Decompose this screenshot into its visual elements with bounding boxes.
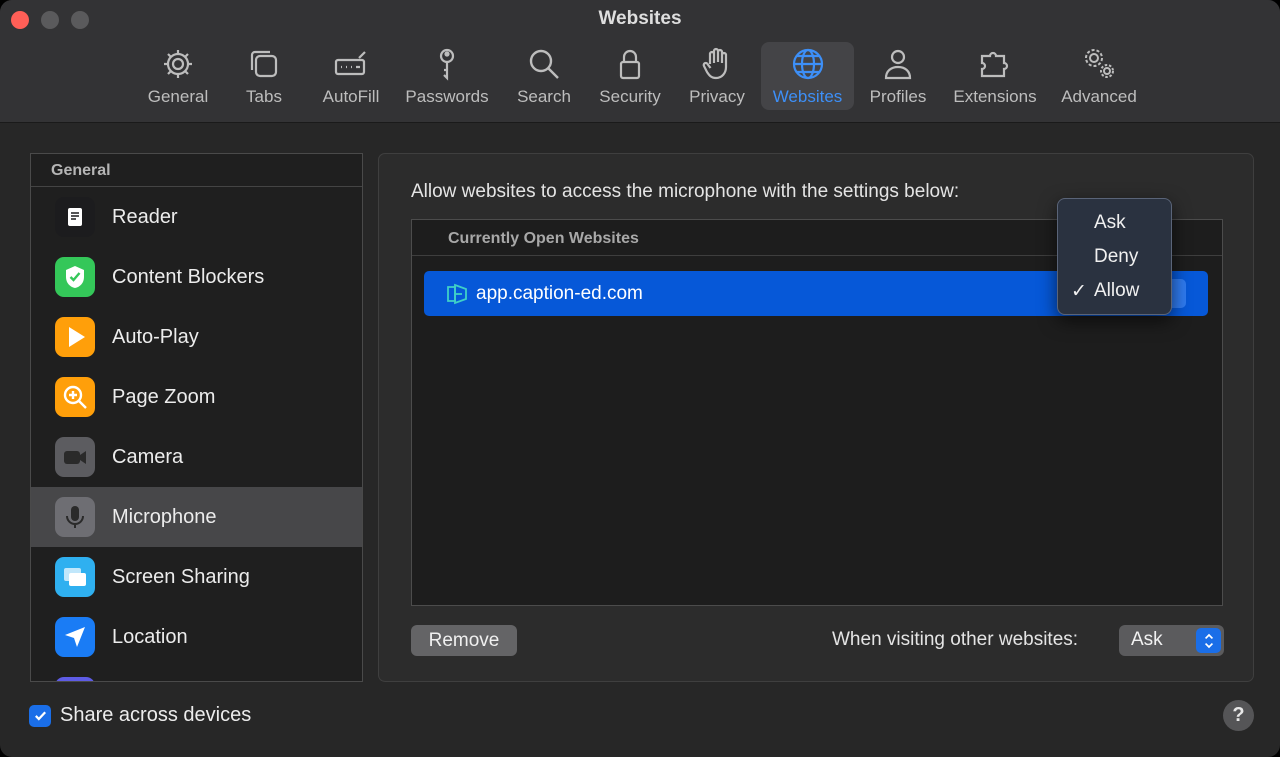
sidebar-item-location[interactable]: Location	[31, 607, 362, 667]
search-icon	[526, 46, 562, 87]
panel-description: Allow websites to access the microphone …	[411, 181, 960, 202]
microphone-icon	[55, 497, 95, 537]
tab-extensions[interactable]: Extensions	[948, 42, 1042, 110]
sidebar-item-content-blockers[interactable]: Content Blockers	[31, 247, 362, 307]
sidebar-item-label: Content Blockers	[112, 265, 265, 288]
tab-label: Privacy	[689, 87, 745, 106]
titlebar: Websites General Tabs AutoFill Passwords	[0, 0, 1280, 123]
zoom-icon	[55, 377, 95, 417]
safari-settings-window: Websites General Tabs AutoFill Passwords	[0, 0, 1280, 757]
tab-label: General	[147, 87, 209, 106]
camera-icon	[55, 437, 95, 477]
sidebar-item-microphone[interactable]: Microphone	[31, 487, 362, 547]
sidebar-item-label: Camera	[112, 445, 184, 468]
tab-passwords[interactable]: Passwords	[400, 42, 494, 110]
sidebar-item-partial	[31, 667, 362, 681]
site-name: app.caption-ed.com	[476, 282, 643, 304]
puzzle-icon	[977, 46, 1013, 87]
tab-label: Websites	[772, 87, 843, 106]
tab-search[interactable]: Search	[512, 42, 576, 110]
tab-label: AutoFill	[322, 87, 380, 106]
permission-dropdown-menu: Ask Deny ✓ Allow	[1057, 198, 1172, 315]
screen-sharing-icon	[55, 557, 95, 597]
sidebar-header: General	[31, 154, 362, 187]
menu-item-allow[interactable]: ✓ Allow	[1058, 276, 1171, 306]
person-icon	[880, 46, 916, 87]
location-icon	[55, 617, 95, 657]
tab-label: Extensions	[953, 87, 1037, 106]
settings-sidebar: General Reader Content Blockers Auto-Pla…	[30, 153, 363, 682]
other-websites-label: When visiting other websites:	[832, 629, 1079, 650]
tab-general[interactable]: General	[142, 42, 214, 110]
tab-label: Security	[599, 87, 661, 106]
key-icon	[429, 46, 465, 87]
lock-icon	[612, 46, 648, 87]
tab-tabs[interactable]: Tabs	[236, 42, 292, 110]
gears-icon	[1081, 46, 1117, 87]
autofill-icon	[333, 46, 369, 87]
reader-icon	[55, 197, 95, 237]
help-button[interactable]: ?	[1223, 700, 1254, 731]
share-label: Share across devices	[60, 704, 252, 726]
sidebar-item-label: Reader	[112, 205, 178, 228]
sidebar-item-label: Auto-Play	[112, 325, 199, 348]
play-icon	[55, 317, 95, 357]
other-websites-select[interactable]: Ask	[1119, 625, 1224, 656]
hand-icon	[699, 46, 735, 87]
shield-check-icon	[55, 257, 95, 297]
app-icon	[55, 677, 95, 681]
globe-icon	[790, 46, 826, 87]
tab-advanced[interactable]: Advanced	[1056, 42, 1142, 110]
sidebar-item-label: Screen Sharing	[112, 565, 250, 588]
tab-autofill[interactable]: AutoFill	[316, 42, 386, 110]
sidebar-item-auto-play[interactable]: Auto-Play	[31, 307, 362, 367]
window-title: Websites	[598, 8, 682, 29]
chevron-updown-icon	[1196, 628, 1221, 653]
sidebar-item-camera[interactable]: Camera	[31, 427, 362, 487]
share-across-devices[interactable]: Share across devices	[29, 704, 251, 727]
remove-button[interactable]: Remove	[411, 625, 517, 656]
tab-profiles[interactable]: Profiles	[864, 42, 932, 110]
menu-item-ask[interactable]: Ask	[1058, 208, 1171, 238]
sidebar-item-reader[interactable]: Reader	[31, 187, 362, 247]
share-checkbox[interactable]	[29, 704, 51, 727]
sidebar-item-screen-sharing[interactable]: Screen Sharing	[31, 547, 362, 607]
gear-icon	[160, 46, 196, 87]
tab-label: Search	[517, 87, 571, 106]
select-value: Ask	[1131, 629, 1163, 650]
checkmark-icon: ✓	[1071, 281, 1087, 302]
tab-websites[interactable]: Websites	[761, 42, 854, 110]
sidebar-item-label: Microphone	[112, 505, 217, 528]
tab-security[interactable]: Security	[594, 42, 666, 110]
tabs-icon	[246, 46, 282, 87]
tab-label: Profiles	[869, 87, 927, 106]
checkmark-icon	[34, 711, 46, 721]
tab-privacy[interactable]: Privacy	[684, 42, 750, 110]
site-favicon-icon	[447, 283, 467, 304]
tab-label: Tabs	[246, 87, 282, 106]
tab-label: Passwords	[405, 87, 489, 106]
sidebar-item-label: Location	[112, 625, 188, 648]
sidebar-item-page-zoom[interactable]: Page Zoom	[31, 367, 362, 427]
sidebar-item-label: Page Zoom	[112, 385, 216, 408]
menu-item-deny[interactable]: Deny	[1058, 242, 1171, 272]
tab-label: Advanced	[1061, 87, 1137, 106]
